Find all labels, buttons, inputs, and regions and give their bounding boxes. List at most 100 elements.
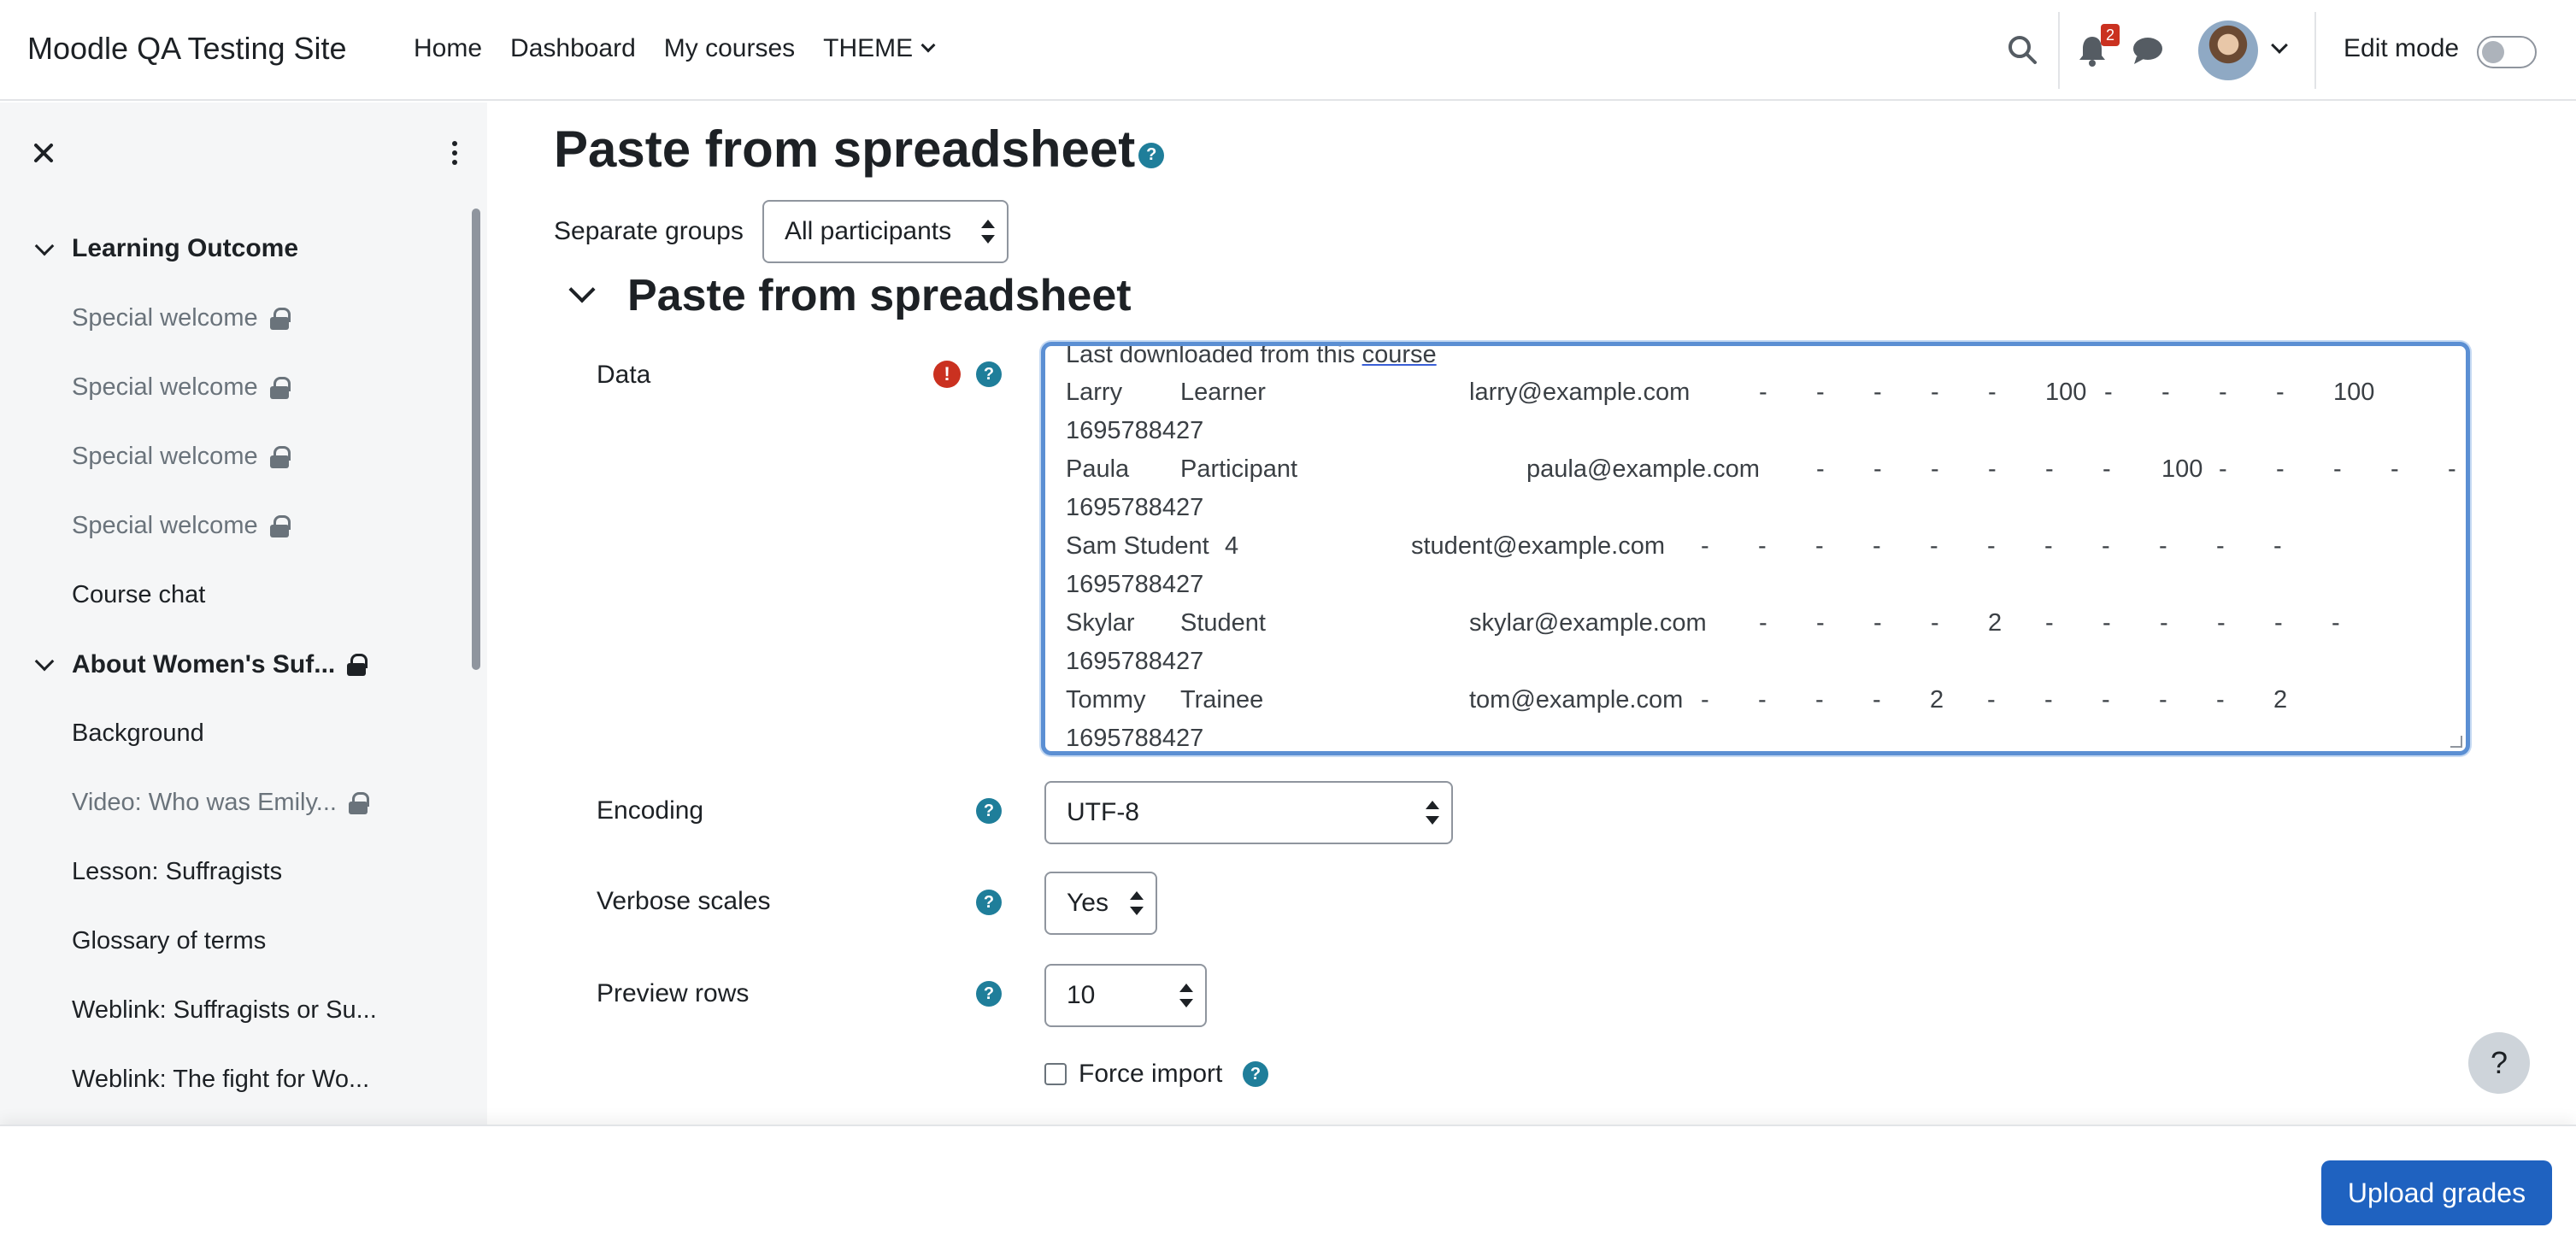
groups-select[interactable]: All participants (762, 200, 1009, 263)
sidebar-scrollbar[interactable] (472, 208, 480, 670)
lock-icon (269, 514, 291, 537)
kebab-menu-icon[interactable] (446, 138, 463, 167)
user-avatar[interactable] (2198, 21, 2258, 80)
row-email: tom@example.com (1469, 686, 1684, 714)
search-icon[interactable] (2007, 34, 2038, 65)
row-cell: - (1873, 455, 1882, 483)
force-import-checkbox[interactable] (1044, 1063, 1067, 1085)
sidebar-item-video[interactable]: Video: Who was Emily... (72, 789, 369, 817)
chevron-down-icon[interactable] (2271, 37, 2288, 54)
sidebar-item-special-welcome[interactable]: Special welcome (72, 443, 291, 471)
row-cell: - (1873, 379, 1882, 406)
row-first-name: Paula (1066, 455, 1130, 483)
chevron-down-icon[interactable] (34, 236, 55, 256)
lock-icon (269, 445, 291, 468)
top-navbar: Moodle QA Testing Site Home Dashboard My… (0, 0, 2576, 101)
row-cell: 100 (2333, 379, 2375, 406)
preview-rows-select-value: 10 (1067, 981, 1096, 1009)
row-cell: - (1816, 455, 1825, 483)
row-first-name: Sam Student (1066, 532, 1209, 560)
row-cell: - (2103, 609, 2111, 637)
nav-my-courses[interactable]: My courses (664, 34, 795, 63)
site-name[interactable]: Moodle QA Testing Site (27, 31, 347, 67)
row-cell: - (2276, 455, 2285, 483)
row-cell: - (2160, 609, 2168, 637)
divider (2058, 12, 2060, 89)
row-cell: - (1987, 686, 1996, 714)
sidebar-item-lesson[interactable]: Lesson: Suffragists (72, 858, 282, 886)
sidebar-item-special-welcome[interactable]: Special welcome (72, 304, 291, 332)
help-icon[interactable]: ? (976, 361, 1002, 387)
nav-theme[interactable]: THEME (823, 34, 936, 63)
required-error-icon: ! (933, 361, 961, 388)
sidebar-item-weblink-fight[interactable]: Weblink: The fight for Wo... (72, 1066, 369, 1094)
course-index-drawer: Learning Outcome Special welcome Special… (0, 103, 487, 1125)
row-last-name: Participant (1180, 455, 1298, 483)
help-fab-button[interactable]: ? (2468, 1032, 2530, 1094)
row-cell: - (2159, 686, 2167, 714)
encoding-label: Encoding (597, 796, 704, 825)
close-icon[interactable] (29, 138, 58, 167)
row-last-name: Trainee (1180, 686, 1264, 714)
sidebar-section-label: About Women's Suf... (72, 650, 336, 678)
help-icon[interactable]: ? (976, 981, 1002, 1007)
edit-mode-toggle[interactable] (2477, 36, 2537, 68)
page-title: Paste from spreadsheet? (554, 120, 1165, 179)
row-cell: - (1873, 686, 1881, 714)
row-cell: - (2276, 379, 2285, 406)
row-cell: - (2217, 609, 2226, 637)
sidebar-item-label: Weblink: The fight for Wo... (72, 1066, 370, 1093)
row-timestamp: 1695788427 (1066, 571, 1204, 598)
sidebar-item-label: Weblink: Suffragists or Su... (72, 996, 377, 1024)
row-cell: 2 (2273, 686, 2288, 714)
row-last-name: 4 (1225, 532, 1239, 560)
chevron-down-icon[interactable] (34, 651, 55, 672)
lock-icon (269, 307, 291, 330)
sidebar-item-special-welcome[interactable]: Special welcome (72, 512, 291, 540)
sidebar-item-label: Lesson: Suffragists (72, 858, 283, 885)
page-title-text: Paste from spreadsheet (554, 120, 1136, 178)
row-first-name: Larry (1066, 379, 1123, 406)
row-cell: - (2159, 532, 2167, 560)
resize-handle-icon[interactable] (2450, 736, 2462, 748)
row-cell: - (2219, 379, 2227, 406)
row-cell: - (1701, 532, 1709, 560)
section-header[interactable]: Paste from spreadsheet (568, 270, 1132, 321)
sidebar-item-course-chat[interactable]: Course chat (72, 581, 205, 609)
encoding-select[interactable]: UTF-8 (1044, 781, 1453, 844)
row-cell: - (2104, 379, 2113, 406)
sidebar-item-special-welcome[interactable]: Special welcome (72, 373, 291, 402)
sidebar-item-weblink-suffragists[interactable]: Weblink: Suffragists or Su... (72, 996, 377, 1025)
sidebar-section-learning-outcome[interactable]: Learning Outcome (72, 234, 298, 263)
force-import-label[interactable]: Force import (1079, 1060, 1222, 1089)
notification-count-badge: 2 (2101, 24, 2120, 46)
row-cell: - (2273, 532, 2282, 560)
sidebar-item-background[interactable]: Background (72, 719, 204, 748)
help-icon[interactable]: ? (976, 798, 1002, 824)
sidebar-section-about-womens-suffrage[interactable]: About Women's Suf... (72, 650, 368, 679)
sidebar-item-label: Background (72, 719, 204, 747)
verbose-scales-select[interactable]: Yes (1044, 872, 1157, 935)
row-email: skylar@example.com (1469, 609, 1707, 637)
row-cell: - (2332, 609, 2340, 637)
chat-bubbles-icon[interactable] (2132, 36, 2164, 65)
sidebar-item-label: Special welcome (72, 304, 258, 332)
lock-icon (347, 654, 368, 676)
nav-home[interactable]: Home (414, 34, 482, 63)
row-timestamp: 1695788427 (1066, 648, 1204, 675)
preview-rows-select[interactable]: 10 (1044, 964, 1207, 1027)
data-first-line-prefix: Last downloaded from this (1066, 342, 1362, 368)
data-label: Data (597, 361, 651, 389)
help-icon[interactable]: ? (976, 890, 1002, 915)
preview-rows-label: Preview rows (597, 979, 750, 1007)
nav-dashboard[interactable]: Dashboard (510, 34, 636, 63)
upload-grades-button[interactable]: Upload grades (2321, 1160, 2552, 1225)
data-first-line-link: course (1362, 342, 1437, 368)
chevron-down-icon[interactable] (568, 276, 596, 303)
help-icon[interactable]: ? (1243, 1061, 1268, 1087)
row-cell: - (2044, 532, 2053, 560)
help-icon[interactable]: ? (1138, 142, 1165, 168)
data-textarea[interactable]: Last downloaded from this course Larry L… (1041, 342, 2470, 755)
row-timestamp: 1695788427 (1066, 417, 1204, 444)
sidebar-item-glossary[interactable]: Glossary of terms (72, 927, 266, 955)
